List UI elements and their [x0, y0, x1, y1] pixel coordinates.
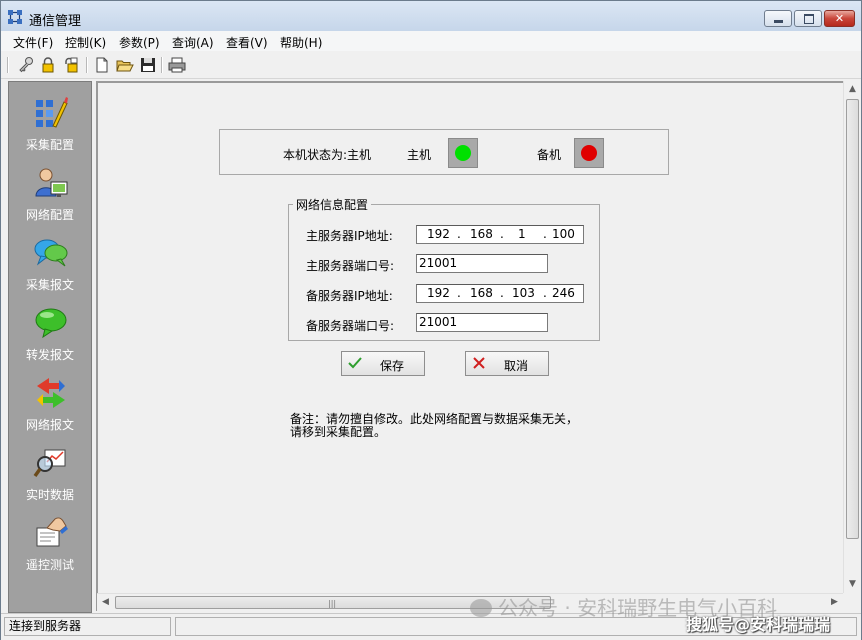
- backup-ip-label: 备服务器IP地址:: [306, 289, 393, 303]
- app-window: 通信管理 ✕ 文件(F) 控制(K) 参数(P) 查询(A) 查看(V) 帮助(…: [0, 0, 862, 640]
- config-tools-icon: [36, 97, 68, 128]
- vertical-scrollbar[interactable]: ▲ ▼: [843, 81, 861, 593]
- check-icon: [348, 357, 362, 369]
- backup-port-input[interactable]: 21001: [416, 313, 548, 332]
- key-icon[interactable]: [17, 56, 35, 74]
- backup-label: 备机: [537, 148, 562, 162]
- save-icon[interactable]: [139, 56, 157, 74]
- sidebar-item-label: 转发报文: [25, 348, 74, 362]
- new-file-icon[interactable]: [93, 56, 111, 74]
- sidebar-item-network-messages[interactable]: 网络报文: [9, 374, 91, 444]
- green-bubble-icon: [35, 308, 67, 339]
- exchange-arrows-icon: [37, 378, 65, 408]
- maximize-icon: [804, 14, 814, 24]
- sidebar-item-network-config[interactable]: 网络配置: [9, 164, 91, 234]
- menu-view[interactable]: 查看(V): [226, 34, 268, 51]
- backup-ip-input[interactable]: 192 . 168 . 103 . 246: [416, 284, 584, 303]
- toolbar-separator: [86, 57, 88, 73]
- primary-port-input[interactable]: 21001: [416, 254, 548, 273]
- host-state-text: 本机状态为:主机: [283, 148, 372, 162]
- scroll-up-icon[interactable]: ▲: [844, 81, 861, 98]
- sidebar-item-forward-messages[interactable]: 转发报文: [9, 304, 91, 374]
- sidebar-item-collect-messages[interactable]: 采集报文: [9, 234, 91, 304]
- toolbar: [1, 52, 861, 79]
- print-icon[interactable]: [168, 56, 186, 74]
- cancel-button-label: 取消: [504, 359, 529, 373]
- primary-led-icon: [455, 145, 471, 161]
- ip-octet: 100: [552, 227, 575, 241]
- ip-dot: .: [457, 227, 461, 241]
- ip-octet: 1: [518, 227, 526, 241]
- primary-port-label: 主服务器端口号:: [306, 259, 395, 273]
- app-network-icon: [8, 10, 22, 24]
- sidebar-item-label: 实时数据: [25, 488, 74, 502]
- primary-ip-label: 主服务器IP地址:: [306, 229, 393, 243]
- menu-query[interactable]: 查询(A): [172, 34, 214, 51]
- note-line-2: 请移到采集配置。: [290, 425, 387, 439]
- host-status-panel: 本机状态为:主机 主机 备机: [219, 129, 669, 175]
- chat-bubbles-icon: [34, 239, 68, 267]
- close-button[interactable]: ✕: [824, 10, 855, 27]
- menu-bar: 文件(F) 控制(K) 参数(P) 查询(A) 查看(V) 帮助(H): [1, 31, 861, 51]
- backup-led-icon: [581, 145, 597, 161]
- sidebar: 采集配置 网络配置 采集报文 转发报文 网络报文 实时数据 遥控测试: [8, 81, 92, 613]
- minimize-icon: [774, 20, 783, 23]
- menu-control[interactable]: 控制(K): [65, 34, 106, 51]
- magnifier-chart-icon: [33, 449, 66, 478]
- sohu-watermark: 搜狐号@安科瑞瑞瑞: [686, 615, 831, 634]
- sidebar-item-label: 采集配置: [25, 138, 74, 152]
- vertical-scroll-thumb[interactable]: [846, 99, 859, 539]
- ip-dot: .: [543, 286, 547, 300]
- sidebar-item-collect-config[interactable]: 采集配置: [9, 94, 91, 164]
- minimize-button[interactable]: [764, 10, 792, 27]
- sidebar-item-realtime-data[interactable]: 实时数据: [9, 444, 91, 514]
- maximize-button[interactable]: [794, 10, 822, 27]
- backup-indicator: [574, 138, 604, 168]
- toolbar-separator: [161, 57, 163, 73]
- ip-dot: .: [500, 227, 504, 241]
- sidebar-item-label: 采集报文: [25, 278, 74, 292]
- lock-icon[interactable]: [39, 56, 57, 74]
- sidebar-item-label: 遥控测试: [25, 558, 74, 572]
- window-title: 通信管理: [29, 14, 82, 29]
- menu-params[interactable]: 参数(P): [119, 34, 160, 51]
- ip-octet: 168: [470, 286, 493, 300]
- sidebar-item-label: 网络配置: [25, 208, 74, 222]
- primary-ip-input[interactable]: 192 . 168 . 1 . 100: [416, 225, 584, 244]
- network-config-legend: 网络信息配置: [293, 196, 372, 213]
- menu-file[interactable]: 文件(F): [13, 34, 53, 51]
- title-bar[interactable]: 通信管理 ✕: [1, 1, 861, 32]
- scroll-down-icon[interactable]: ▼: [844, 576, 861, 593]
- backup-port-label: 备服务器端口号:: [306, 319, 395, 333]
- save-button-label: 保存: [380, 359, 405, 373]
- close-icon: ✕: [834, 12, 845, 25]
- hand-document-icon: [36, 517, 68, 547]
- network-user-icon: [35, 168, 68, 197]
- primary-label: 主机: [407, 148, 432, 162]
- note-text: 备注：请勿擅自修改。此处网络配置与数据采集无关， 请移到采集配置。: [290, 413, 578, 439]
- menu-help[interactable]: 帮助(H): [280, 34, 322, 51]
- sidebar-item-label: 网络报文: [25, 418, 74, 432]
- ip-octet: 192: [427, 286, 450, 300]
- ip-octet: 192: [427, 227, 450, 241]
- ip-octet: 168: [470, 227, 493, 241]
- scroll-right-icon[interactable]: ▶: [826, 594, 843, 611]
- cancel-button[interactable]: 取消: [465, 351, 549, 376]
- scroll-grip-icon: |||: [328, 599, 337, 608]
- connection-status: 连接到服务器: [4, 617, 171, 636]
- primary-indicator: [448, 138, 478, 168]
- ip-dot: .: [457, 286, 461, 300]
- open-folder-icon[interactable]: [116, 56, 134, 74]
- sidebar-item-remote-test[interactable]: 遥控测试: [9, 514, 91, 584]
- toolbar-grip: [7, 57, 9, 73]
- ip-dot: .: [500, 286, 504, 300]
- ip-octet: 246: [552, 286, 575, 300]
- cross-icon: [473, 357, 485, 369]
- scroll-left-icon[interactable]: ◀: [97, 594, 114, 611]
- ip-octet: 103: [512, 286, 535, 300]
- unlock-icon[interactable]: [63, 56, 81, 74]
- save-button[interactable]: 保存: [341, 351, 425, 376]
- wechat-logo-icon: [470, 599, 492, 617]
- ip-dot: .: [543, 227, 547, 241]
